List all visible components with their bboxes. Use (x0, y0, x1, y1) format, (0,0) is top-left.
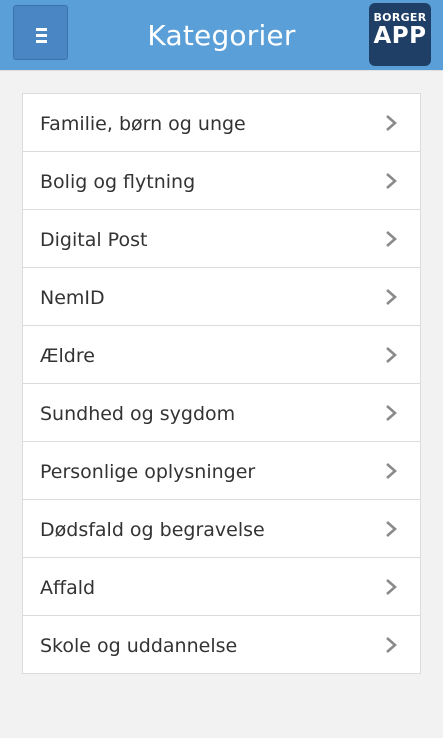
category-item-digital-post[interactable]: Digital Post (23, 210, 420, 268)
category-label: Sundhed og sygdom (40, 403, 236, 425)
category-label: Affald (40, 577, 96, 599)
app-header: Kategorier BORGER APP (0, 0, 443, 70)
logo-text-bottom: APP (373, 23, 427, 49)
category-label: Personlige oplysninger (40, 461, 256, 483)
category-item-aeldre[interactable]: Ældre (23, 326, 420, 384)
category-item-doedsfald[interactable]: Dødsfald og begravelse (23, 500, 420, 558)
category-label: Digital Post (40, 229, 148, 251)
chevron-right-icon (386, 579, 397, 595)
category-label: Bolig og flytning (40, 171, 196, 193)
category-item-skole[interactable]: Skole og uddannelse (23, 616, 420, 673)
chevron-right-icon (386, 637, 397, 653)
category-label: Familie, børn og unge (40, 113, 246, 135)
chevron-right-icon (386, 173, 397, 189)
category-item-bolig[interactable]: Bolig og flytning (23, 152, 420, 210)
chevron-right-icon (386, 115, 397, 131)
category-label: Dødsfald og begravelse (40, 519, 265, 541)
chevron-right-icon (386, 521, 397, 537)
category-item-personlige-oplysninger[interactable]: Personlige oplysninger (23, 442, 420, 500)
category-label: NemID (40, 287, 105, 309)
borger-app-logo: BORGER APP (369, 3, 431, 66)
category-list: Familie, børn og unge Bolig og flytning … (22, 93, 421, 674)
category-item-nemid[interactable]: NemID (23, 268, 420, 326)
category-item-sundhed[interactable]: Sundhed og sygdom (23, 384, 420, 442)
chevron-right-icon (386, 289, 397, 305)
chevron-right-icon (386, 231, 397, 247)
chevron-right-icon (386, 405, 397, 421)
category-item-affald[interactable]: Affald (23, 558, 420, 616)
category-label: Ældre (40, 345, 95, 367)
category-item-familie[interactable]: Familie, børn og unge (23, 94, 420, 152)
chevron-right-icon (386, 463, 397, 479)
category-label: Skole og uddannelse (40, 635, 238, 657)
chevron-right-icon (386, 347, 397, 363)
